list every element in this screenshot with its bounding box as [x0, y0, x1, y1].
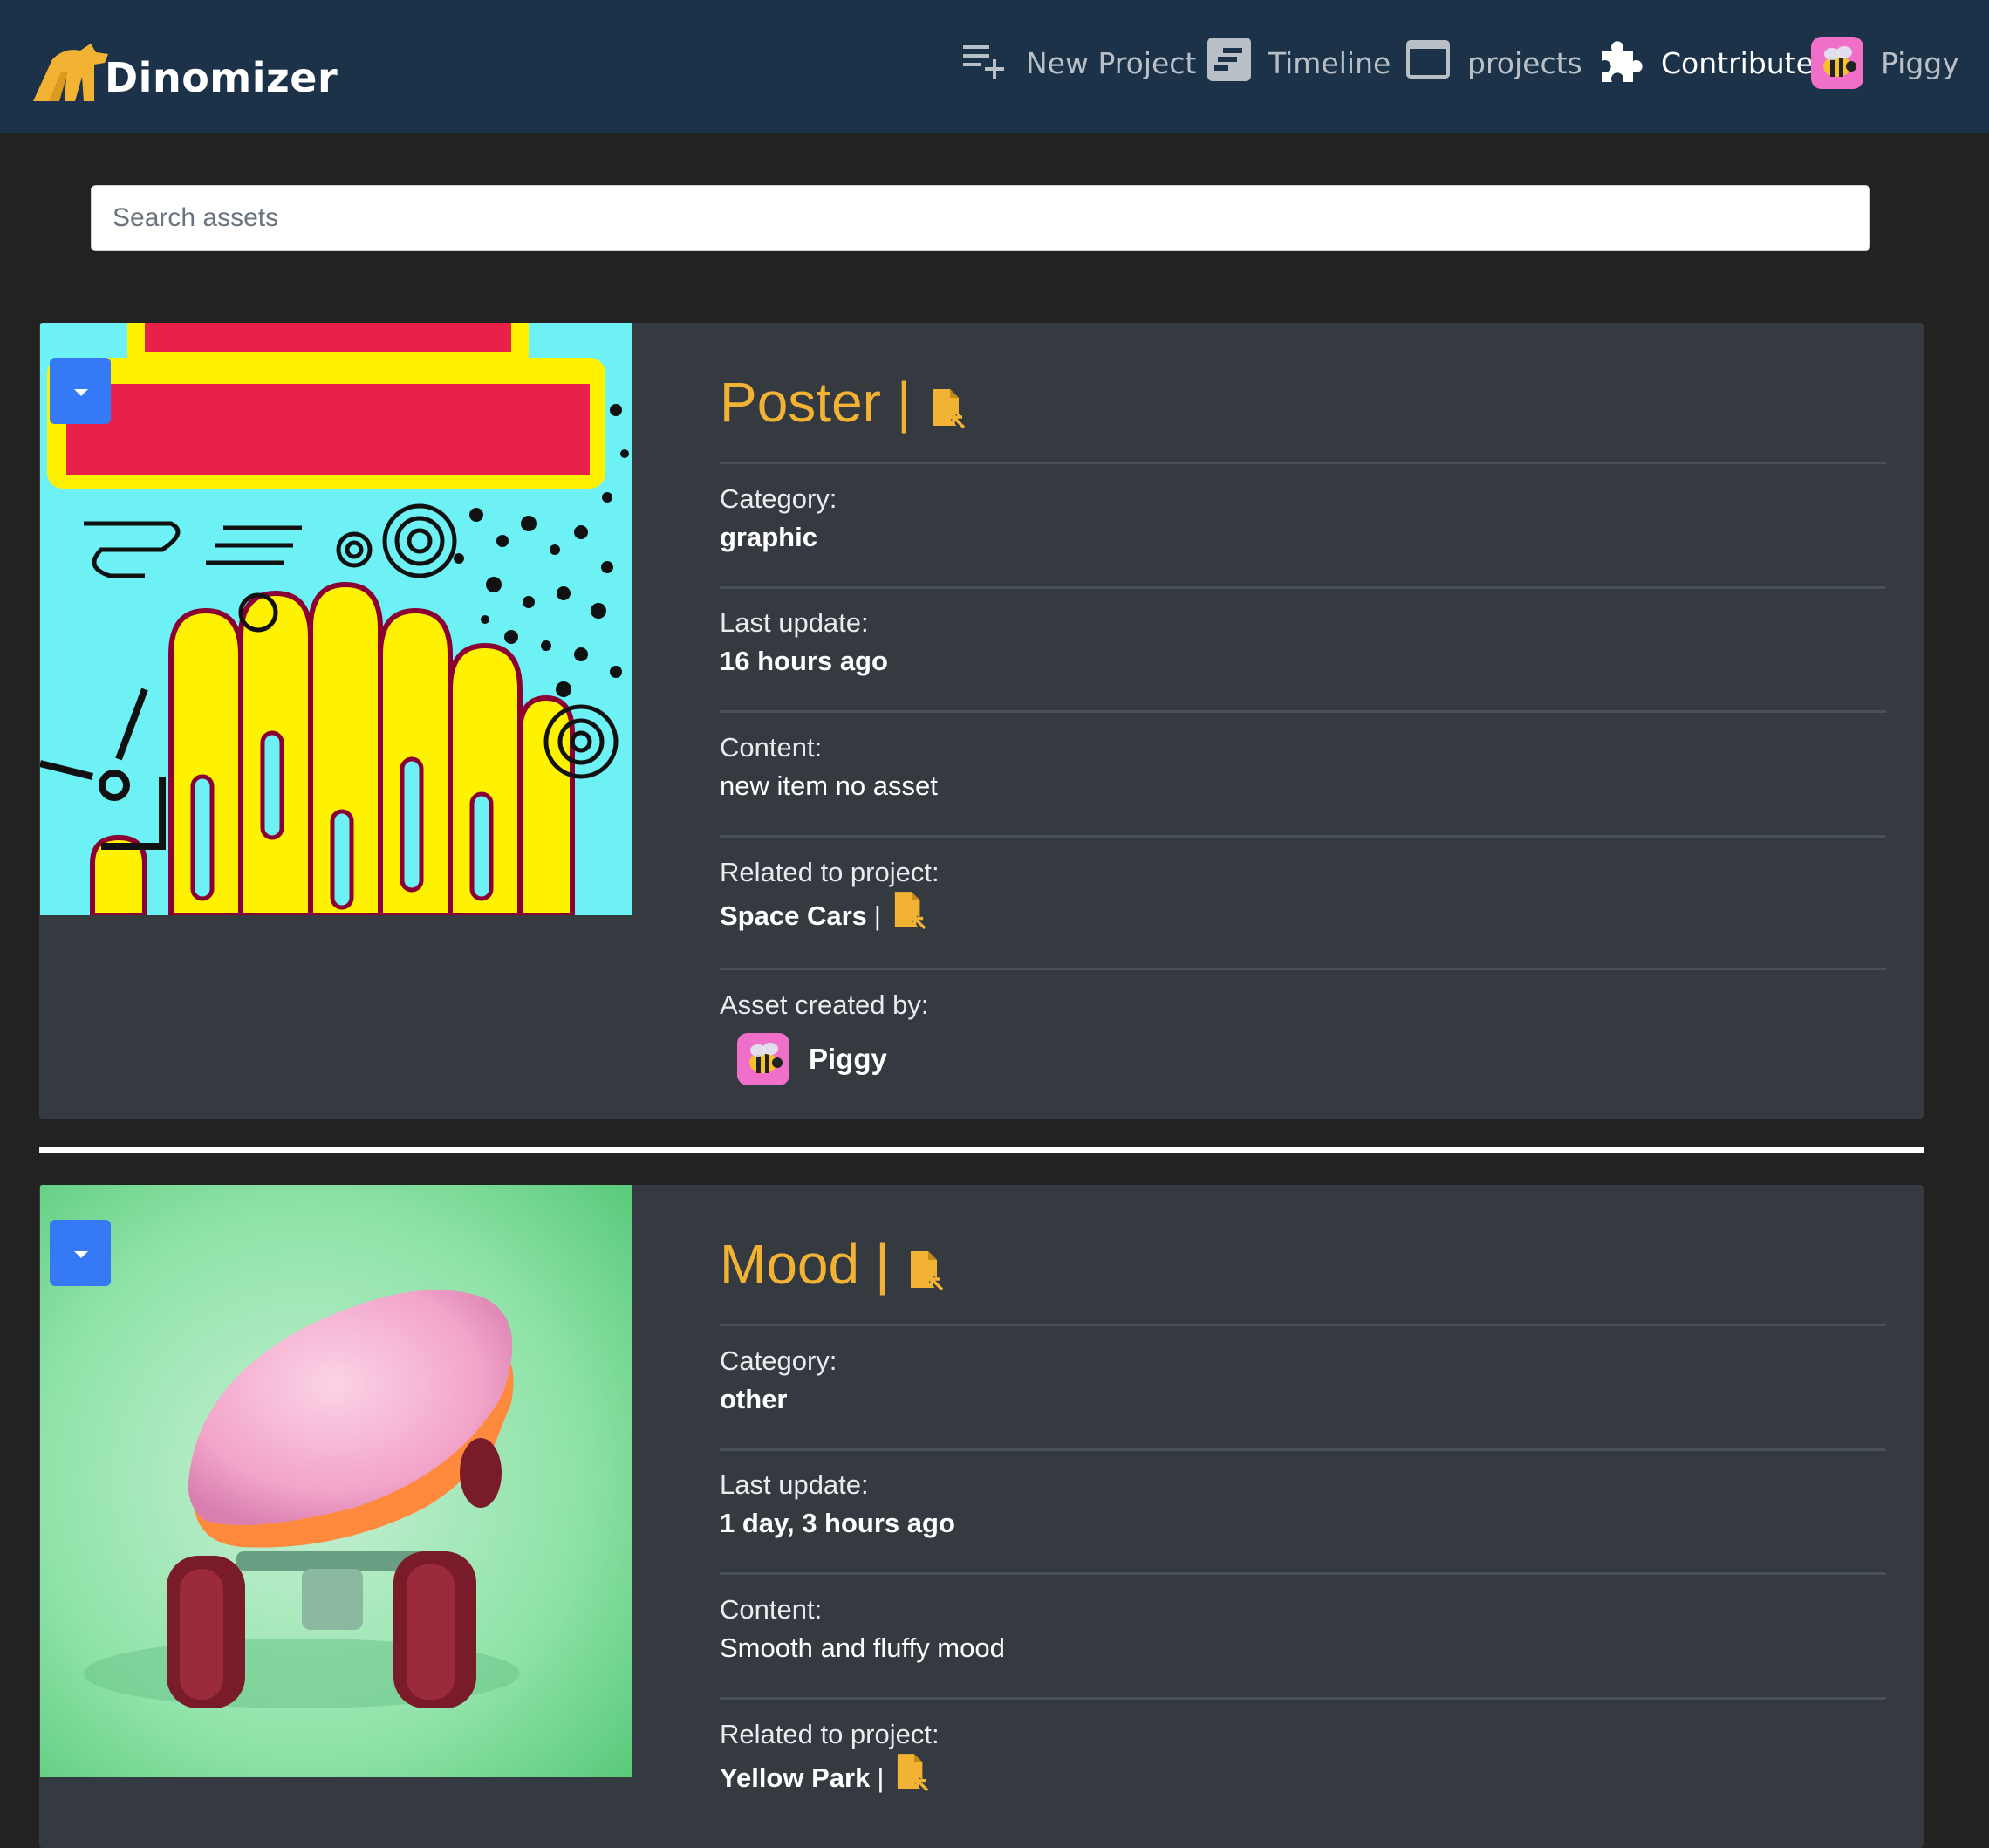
field-last-update: Last update: 1 day, 3 hours ago [720, 1466, 955, 1543]
caret-down-icon [74, 389, 88, 396]
nav-contribute[interactable]: Contribute [1595, 35, 1814, 91]
separator-line [720, 1324, 1886, 1326]
brand-logo-link[interactable]: Dinomizer [30, 33, 338, 103]
caret-down-icon [74, 1251, 88, 1258]
playlist-add-icon [961, 40, 1008, 86]
separator-line [720, 586, 1886, 589]
related-project-label: Related to project: [720, 1719, 940, 1749]
created-by-label: Asset created by: [720, 989, 929, 1020]
field-related-project: Related to project: Yellow Park | [720, 1715, 940, 1803]
field-created-by: Asset created by: Piggy [720, 986, 929, 1085]
asset-title: Mood | [720, 1225, 945, 1304]
puzzle-icon [1595, 35, 1644, 91]
project-link[interactable]: Yellow Park [720, 1759, 870, 1797]
content-value: new item no asset [720, 770, 938, 801]
related-project-label: Related to project: [720, 857, 940, 887]
project-separator: | [877, 1762, 885, 1793]
title-separator: | [896, 371, 912, 434]
field-related-project: Related to project: Space Cars | [720, 853, 940, 941]
project-link[interactable]: Space Cars [720, 897, 867, 935]
fluffy-skateboard-photo-image [40, 1185, 632, 1777]
nav-projects[interactable]: projects [1406, 35, 1582, 91]
separator-line [720, 1697, 1886, 1700]
asset-thumbnail-poster[interactable] [40, 323, 632, 915]
asset-title-text: Mood [720, 1233, 860, 1296]
file-link-icon[interactable] [909, 1240, 945, 1304]
project-separator: | [873, 900, 881, 931]
content-value: Smooth and fluffy mood [720, 1632, 1005, 1663]
separator-line [720, 710, 1886, 713]
category-value: graphic [720, 522, 817, 552]
nav-new-project[interactable]: New Project [961, 35, 1196, 91]
related-project-value[interactable]: Space Cars | [720, 892, 940, 941]
asset-thumbnail-mood[interactable] [40, 1185, 632, 1777]
user-avatar [1811, 37, 1863, 89]
nav-user-menu[interactable]: Piggy [1811, 35, 1959, 91]
field-last-update: Last update: 16 hours ago [720, 604, 888, 681]
field-content: Content: new item no asset [720, 729, 938, 805]
last-update-value: 1 day, 3 hours ago [720, 1508, 955, 1538]
separator-line [720, 968, 1886, 970]
separator-line [720, 462, 1886, 464]
file-link-icon[interactable] [931, 378, 967, 442]
nav-timeline-label: Timeline [1268, 45, 1391, 80]
content-label: Content: [720, 732, 823, 763]
category-label: Category: [720, 1345, 837, 1376]
creator-avatar [737, 1033, 789, 1085]
related-project-value[interactable]: Yellow Park | [720, 1754, 940, 1803]
window-icon [1406, 40, 1450, 86]
asset-title-text: Poster [720, 371, 881, 434]
bee-avatar-icon [1823, 46, 1856, 77]
nav-user-name: Piggy [1881, 45, 1959, 80]
last-update-label: Last update: [720, 607, 869, 638]
top-navbar: Dinomizer New Project Timeline projects … [0, 0, 1989, 133]
timeline-icon [1207, 38, 1251, 88]
field-content: Content: Smooth and fluffy mood [720, 1591, 1005, 1667]
bee-avatar-icon [749, 1043, 783, 1073]
asset-card: Mood | Category: other Last update: 1 da… [39, 1185, 1924, 1848]
category-label: Category: [720, 483, 837, 514]
separator-line [720, 1448, 1886, 1451]
nav-contribute-label: Contribute [1661, 45, 1814, 80]
asset-options-dropdown-button[interactable] [50, 358, 111, 424]
creator-link[interactable]: Piggy [737, 1033, 929, 1085]
separator-line [720, 1572, 1886, 1575]
nav-new-project-label: New Project [1026, 45, 1197, 80]
last-update-value: 16 hours ago [720, 646, 888, 676]
asset-card: Poster | Category: graphic Last update: … [39, 323, 1924, 1119]
title-separator: | [875, 1233, 890, 1296]
asset-divider [39, 1147, 1924, 1153]
category-value: other [720, 1384, 788, 1414]
separator-line [720, 835, 1886, 838]
file-link-icon[interactable] [893, 892, 928, 941]
field-category: Category: other [720, 1342, 837, 1419]
poster-artwork-image [40, 323, 632, 915]
field-category: Category: graphic [720, 480, 837, 557]
last-update-label: Last update: [720, 1469, 869, 1500]
asset-options-dropdown-button[interactable] [50, 1220, 111, 1286]
nav-timeline[interactable]: Timeline [1207, 35, 1391, 91]
asset-title: Poster | [720, 363, 967, 442]
content-label: Content: [720, 1594, 823, 1625]
file-link-icon[interactable] [896, 1754, 931, 1803]
dino-logo-icon [33, 44, 108, 101]
creator-name: Piggy [809, 1043, 887, 1075]
nav-projects-label: projects [1467, 45, 1582, 80]
search-assets-input[interactable] [91, 185, 1870, 251]
brand-name: Dinomizer [105, 54, 338, 101]
